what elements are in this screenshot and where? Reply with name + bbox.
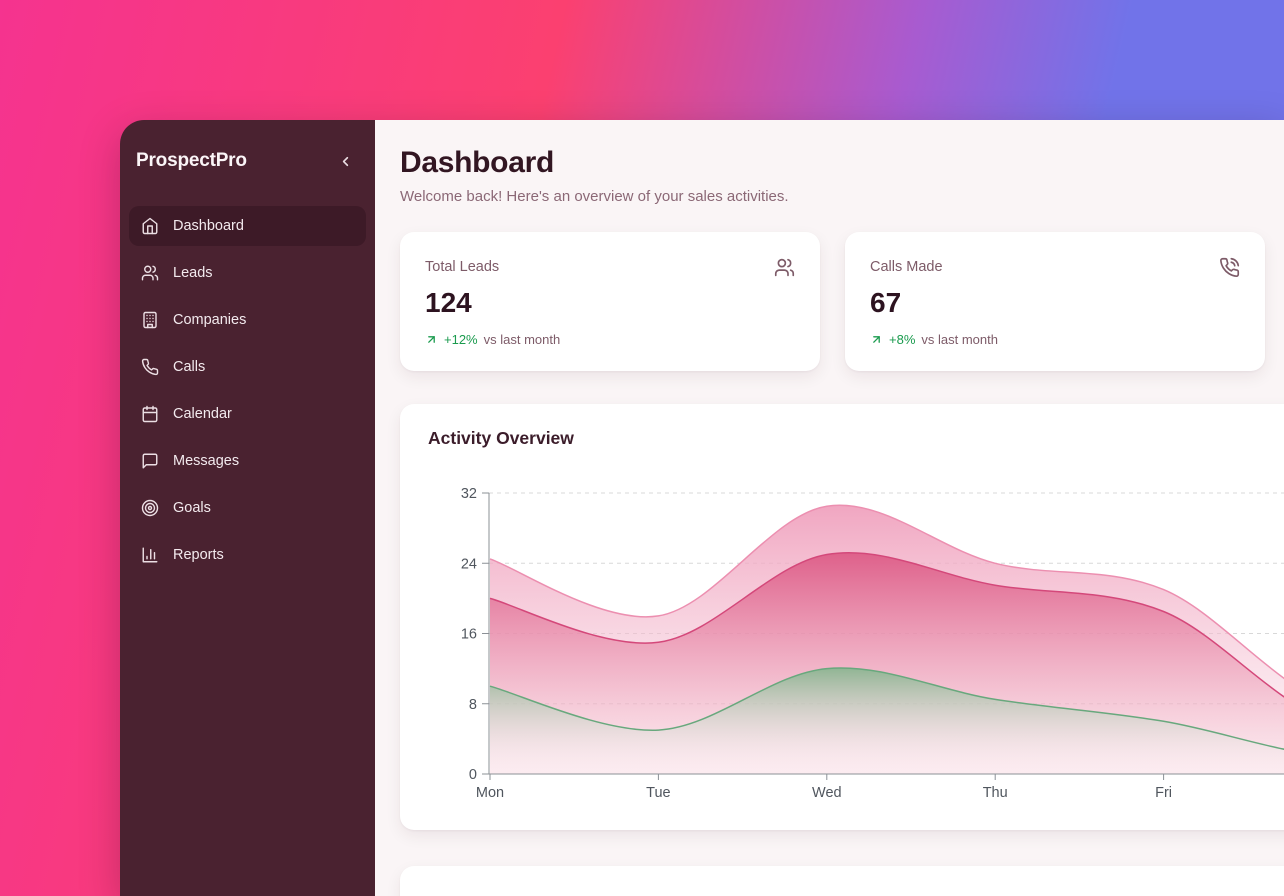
- bar-chart-icon: [141, 546, 159, 564]
- activity-overview-card: Activity Overview 08162432MonTueWedThuFr…: [400, 404, 1284, 830]
- y-tick-label: 16: [461, 627, 477, 643]
- app-logo: ProspectPro: [136, 150, 247, 172]
- sidebar-item-label: Calls: [173, 359, 205, 375]
- sidebar-item-messages[interactable]: Messages: [129, 441, 366, 481]
- stat-trend: +12% vs last month: [425, 332, 795, 347]
- stat-label: Calls Made: [870, 257, 943, 275]
- x-tick-label: Mon: [476, 785, 504, 801]
- x-tick-label: Fri: [1155, 785, 1172, 801]
- message-square-icon: [141, 452, 159, 470]
- target-icon: [141, 499, 159, 517]
- sidebar-item-dashboard[interactable]: Dashboard: [129, 206, 366, 246]
- sidebar-item-goals[interactable]: Goals: [129, 488, 366, 528]
- x-tick-label: Thu: [983, 785, 1008, 801]
- sidebar-collapse-button[interactable]: [335, 151, 355, 171]
- trend-percent: +12%: [444, 332, 478, 347]
- y-tick-label: 32: [461, 486, 477, 502]
- sidebar-item-label: Goals: [173, 500, 211, 516]
- sidebar-item-calls[interactable]: Calls: [129, 347, 366, 387]
- sidebar-item-label: Companies: [173, 312, 246, 328]
- app-window: ProspectPro Dashboard Leads: [120, 120, 1284, 896]
- y-tick-label: 8: [469, 697, 477, 713]
- sidebar-item-calendar[interactable]: Calendar: [129, 394, 366, 434]
- x-tick-label: Wed: [812, 785, 842, 801]
- sidebar: ProspectPro Dashboard Leads: [120, 120, 375, 896]
- stats-row: Total Leads 124 +12% vs last month Calls: [400, 232, 1284, 371]
- arrow-up-right-icon: [425, 333, 438, 346]
- chevron-left-icon: [338, 154, 353, 169]
- trend-percent: +8%: [889, 332, 915, 347]
- x-tick-label: Tue: [646, 785, 670, 801]
- stat-card-calls-made: Calls Made 67 +8% vs last month: [845, 232, 1265, 371]
- building-icon: [141, 311, 159, 329]
- sidebar-item-reports[interactable]: Reports: [129, 535, 366, 575]
- trend-note: vs last month: [484, 332, 561, 347]
- stat-label: Total Leads: [425, 257, 499, 275]
- stat-trend: +8% vs last month: [870, 332, 1240, 347]
- sidebar-item-label: Calendar: [173, 406, 232, 422]
- home-icon: [141, 217, 159, 235]
- main-content: Dashboard Welcome back! Here's an overvi…: [375, 120, 1284, 896]
- phone-call-icon: [1219, 257, 1240, 278]
- activity-chart: 08162432MonTueWedThuFriSatSun: [400, 404, 1284, 830]
- users-icon: [774, 257, 795, 278]
- calendar-icon: [141, 405, 159, 423]
- sidebar-item-label: Dashboard: [173, 218, 244, 234]
- arrow-up-right-icon: [870, 333, 883, 346]
- sidebar-item-leads[interactable]: Leads: [129, 253, 366, 293]
- users-icon: [141, 264, 159, 282]
- sidebar-header: ProspectPro: [120, 120, 375, 202]
- sidebar-item-companies[interactable]: Companies: [129, 300, 366, 340]
- stat-value: 124: [425, 287, 795, 319]
- stat-value: 67: [870, 287, 1240, 319]
- y-tick-label: 24: [461, 556, 477, 572]
- stat-card-total-leads: Total Leads 124 +12% vs last month: [400, 232, 820, 371]
- phone-icon: [141, 358, 159, 376]
- y-tick-label: 0: [469, 767, 477, 783]
- sidebar-nav: Dashboard Leads Companies Calls: [120, 202, 375, 579]
- bottom-card-stub: [400, 866, 1284, 896]
- sidebar-item-label: Messages: [173, 453, 239, 469]
- page-subtitle: Welcome back! Here's an overview of your…: [400, 188, 1284, 205]
- sidebar-item-label: Reports: [173, 547, 224, 563]
- sidebar-item-label: Leads: [173, 265, 213, 281]
- trend-note: vs last month: [921, 332, 998, 347]
- page-title: Dashboard: [400, 146, 1284, 180]
